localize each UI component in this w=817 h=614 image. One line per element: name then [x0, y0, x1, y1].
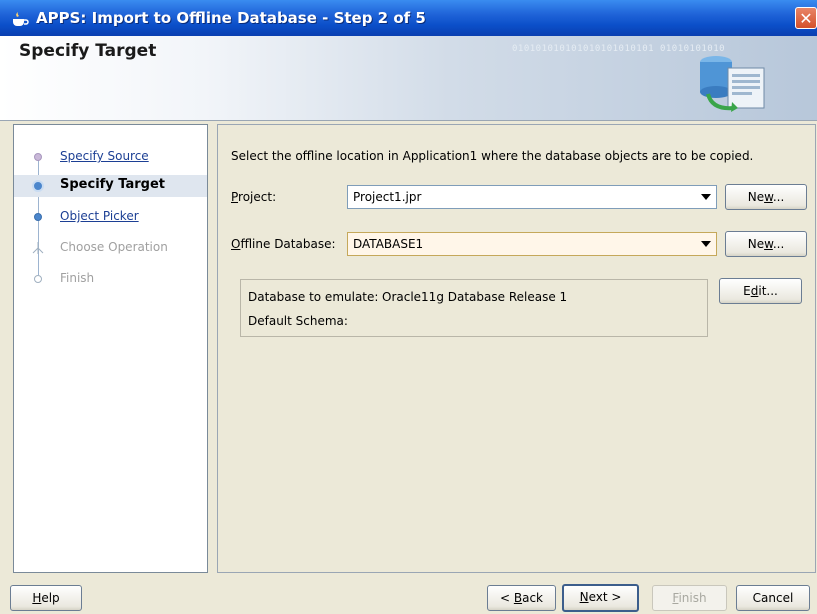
title-bar[interactable]: APPS: Import to Offline Database - Step …	[0, 0, 817, 36]
java-cup-icon	[13, 12, 29, 26]
finish-button: Finish	[652, 585, 727, 611]
offline-database-label: Offline Database:	[231, 237, 336, 251]
offline-database-combobox[interactable]: DATABASE1	[347, 232, 717, 256]
project-value: Project1.jpr	[353, 190, 422, 204]
step-branch-icon	[32, 242, 44, 254]
chevron-down-icon[interactable]	[696, 233, 716, 255]
offline-database-new-button[interactable]: New...	[725, 231, 807, 257]
step-choose-operation: Choose Operation	[14, 237, 207, 259]
step-pending-icon	[34, 275, 42, 283]
window-title: APPS: Import to Offline Database - Step …	[36, 9, 426, 27]
instruction-text: Select the offline location in Applicati…	[231, 149, 754, 163]
step-label: Choose Operation	[60, 240, 168, 254]
chevron-down-icon[interactable]	[696, 186, 716, 208]
project-new-button[interactable]: New...	[725, 184, 807, 210]
emulate-value: Oracle11g Database Release 1	[382, 290, 568, 304]
step-object-picker[interactable]: Object Picker	[14, 206, 207, 228]
database-wizard-icon	[700, 56, 765, 112]
page-title: Specify Target	[19, 41, 157, 61]
step-finish: Finish	[14, 268, 207, 290]
emulate-label: Database to emulate:	[248, 290, 379, 304]
database-info-group	[240, 279, 708, 337]
step-label: Specify Source	[60, 149, 149, 163]
next-button[interactable]: Next >	[562, 584, 639, 612]
close-icon: ✕	[799, 9, 813, 28]
step-label: Specify Target	[60, 177, 166, 192]
project-label: Project:	[231, 190, 277, 204]
cancel-button[interactable]: Cancel	[736, 585, 810, 611]
offline-database-value: DATABASE1	[353, 237, 424, 251]
wizard-step-nav: Specify Source Specify Target Object Pic…	[13, 124, 208, 573]
back-button[interactable]: < Back	[487, 585, 556, 611]
step-current-icon	[32, 180, 44, 192]
step-label: Object Picker	[60, 209, 139, 223]
help-button[interactable]: Help	[10, 585, 82, 611]
wizard-dialog: APPS: Import to Offline Database - Step …	[0, 0, 817, 614]
default-schema-label: Default Schema:	[248, 314, 348, 328]
step-done-icon	[34, 153, 42, 161]
step-specify-target: Specify Target	[14, 175, 207, 197]
step-next-icon	[34, 213, 42, 221]
step-label: Finish	[60, 271, 95, 285]
step-specify-source[interactable]: Specify Source	[14, 146, 207, 168]
edit-button[interactable]: Edit...	[719, 278, 802, 304]
close-button[interactable]: ✕	[795, 7, 817, 29]
project-combobox[interactable]: Project1.jpr	[347, 185, 717, 209]
